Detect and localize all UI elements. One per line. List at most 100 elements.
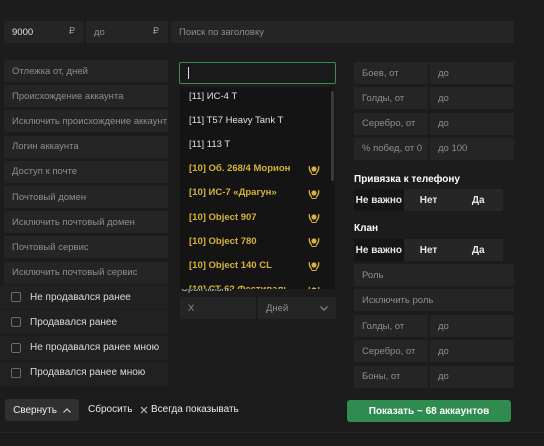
tank-option[interactable]: [10] Object 780 [180, 229, 330, 253]
clan-exclude-role-placeholder: Исключить роль [362, 294, 434, 306]
price-to-placeholder: до [94, 26, 105, 38]
always-show-button[interactable]: Всегда показывать [151, 404, 239, 415]
checkbox-row[interactable]: Продавался ранее мною [0, 360, 168, 385]
tank-option-label: [10] СТ-62 Фестиваль [189, 284, 289, 289]
tank-option-label: [10] Об. 268/4 Морион [189, 163, 291, 175]
left-filter-field[interactable]: Почтовый домен [4, 186, 168, 208]
left-filter-field[interactable]: Исключить почтовый домен [4, 211, 168, 234]
show-accounts-button[interactable]: Показать ~ 68 аккаунтов [347, 400, 511, 422]
reset-button[interactable]: Сбросить [88, 404, 148, 415]
tank-option[interactable]: [10] Object 140 CL [180, 253, 330, 277]
range-to-input[interactable]: до [430, 365, 514, 388]
left-filter-placeholder: Почтовый сервис [12, 241, 89, 253]
range-from-input[interactable]: Голды, от [354, 315, 428, 337]
clan-role-placeholder: Роль [362, 269, 384, 281]
toggle-option[interactable]: Да [453, 189, 503, 211]
price-from-input[interactable]: 9000 ₽ [4, 21, 84, 43]
age-unit-select[interactable]: Дней [258, 297, 336, 319]
tank-option-label: [11] T57 Heavy Tank T [189, 114, 284, 126]
range-to-input[interactable]: до 100 [430, 137, 514, 160]
checkbox-row[interactable]: Продавался ранее [0, 310, 168, 335]
collapse-label: Свернуть [13, 404, 57, 416]
range-from-placeholder: Боны, от [362, 371, 401, 383]
price-to-input[interactable]: до ₽ [86, 21, 168, 43]
range-from-input[interactable]: Серебро, от [354, 340, 428, 363]
title-search-input[interactable]: Поиск по заголовку [171, 21, 514, 43]
tank-option-label: [10] Object 907 [189, 211, 257, 223]
left-filter-field[interactable]: Исключить почтовый сервис [4, 261, 168, 284]
range-to-placeholder: до [438, 345, 449, 357]
range-from-input[interactable]: % побед, от 0 [354, 137, 428, 160]
age-unit-value: Дней [266, 302, 289, 314]
toggle-option[interactable]: Не важно [354, 189, 404, 211]
left-filter-placeholder: Доступ к почте [12, 166, 78, 178]
range-to-input[interactable]: до [430, 62, 514, 84]
tank-dropdown-list[interactable]: [11] ИС-4 Т [11] T57 Heavy Tank T [11] 113… [180, 87, 335, 289]
range-from-input[interactable]: Боев, от [354, 62, 428, 84]
tank-option[interactable]: [10] СТ-62 Фестиваль [180, 278, 330, 289]
age-x-input[interactable]: X [180, 297, 256, 319]
range-to-input[interactable]: до [430, 112, 514, 135]
price-from-value: 9000 [12, 26, 34, 38]
tank-option[interactable]: [11] 113 T [180, 132, 330, 156]
collector-laurel-icon [308, 286, 320, 289]
left-filter-field[interactable]: Доступ к почте [4, 160, 168, 183]
tank-option-label: [10] Object 780 [189, 235, 257, 247]
checkbox-label: Не продавался ранее [30, 291, 131, 303]
range-from-placeholder: Голды, от [362, 92, 405, 104]
left-filter-field[interactable]: Исключить происхождение аккаунт [4, 110, 168, 133]
toggle-option[interactable]: Нет [404, 189, 454, 211]
left-filter-placeholder: Отлежка от, дней [12, 65, 88, 77]
ruble-icon: ₽ [152, 26, 159, 37]
checkbox[interactable] [11, 367, 21, 378]
tank-option[interactable]: [10] ИС-7 «Драгун» [180, 181, 330, 205]
range-from-input[interactable]: Серебро, от [354, 112, 428, 135]
range-to-placeholder: до [438, 92, 449, 104]
range-from-placeholder: % побед, от 0 [362, 143, 423, 155]
range-from-input[interactable]: Голды, от [354, 87, 428, 110]
tank-option-label: [11] 113 T [189, 138, 231, 150]
toggle-option[interactable]: Нет [404, 239, 454, 261]
bottom-divider [0, 432, 544, 433]
collapse-button[interactable]: Свернуть [5, 399, 79, 421]
left-filter-placeholder: Исключить почтовый домен [12, 216, 135, 228]
clan-exclude-role-input[interactable]: Исключить роль [354, 289, 514, 311]
toggle-option[interactable]: Да [453, 239, 503, 261]
checkbox-row[interactable]: Не продавался ранее мною [0, 335, 168, 360]
tank-option[interactable]: [10] Object 907 [180, 205, 330, 229]
reset-label: Сбросить [88, 404, 133, 415]
collector-laurel-icon [308, 213, 320, 223]
checkbox[interactable] [11, 342, 21, 353]
range-from-placeholder: Серебро, от [362, 345, 416, 357]
toggle-option[interactable]: Не важно [354, 239, 404, 261]
left-filter-field[interactable]: Происхождение аккаунта [4, 85, 168, 108]
collector-laurel-icon [308, 262, 320, 272]
phone-binding-toggle[interactable]: Не важно Нет Да [354, 189, 503, 211]
scrollbar[interactable] [331, 91, 334, 181]
ruble-icon: ₽ [68, 26, 75, 37]
left-filter-placeholder: Исключить происхождение аккаунт [12, 115, 168, 127]
tank-option-label: [10] ИС-7 «Драгун» [189, 187, 277, 199]
tank-search-input[interactable] [179, 62, 336, 84]
collector-laurel-icon [308, 165, 320, 175]
range-to-placeholder: до [438, 320, 449, 332]
left-filter-field[interactable]: Почтовый сервис [4, 236, 168, 259]
range-to-input[interactable]: до [430, 87, 514, 110]
clan-toggle[interactable]: Не важно Нет Да [354, 239, 503, 261]
checkbox-row[interactable]: Не продавался ранее [0, 285, 168, 309]
checkbox[interactable] [11, 317, 21, 328]
range-from-input[interactable]: Боны, от [354, 365, 428, 388]
left-filter-field[interactable]: Логин аккаунта [4, 135, 168, 158]
tank-option[interactable]: [10] Об. 268/4 Морион [180, 157, 330, 181]
checkbox[interactable] [11, 292, 21, 302]
tank-option[interactable]: [11] T57 Heavy Tank T [180, 108, 330, 132]
tank-option[interactable]: [11] ИС-4 Т [180, 87, 330, 108]
checkbox-label: Продавался ранее мною [30, 367, 146, 379]
clan-role-input[interactable]: Роль [354, 264, 514, 286]
text-cursor [188, 67, 189, 79]
left-filter-placeholder: Происхождение аккаунта [12, 90, 124, 102]
left-filter-field[interactable]: Отлежка от, дней [4, 60, 168, 82]
range-to-input[interactable]: до [430, 340, 514, 363]
range-to-input[interactable]: до [430, 315, 514, 337]
title-search-placeholder: Поиск по заголовку [179, 26, 264, 38]
